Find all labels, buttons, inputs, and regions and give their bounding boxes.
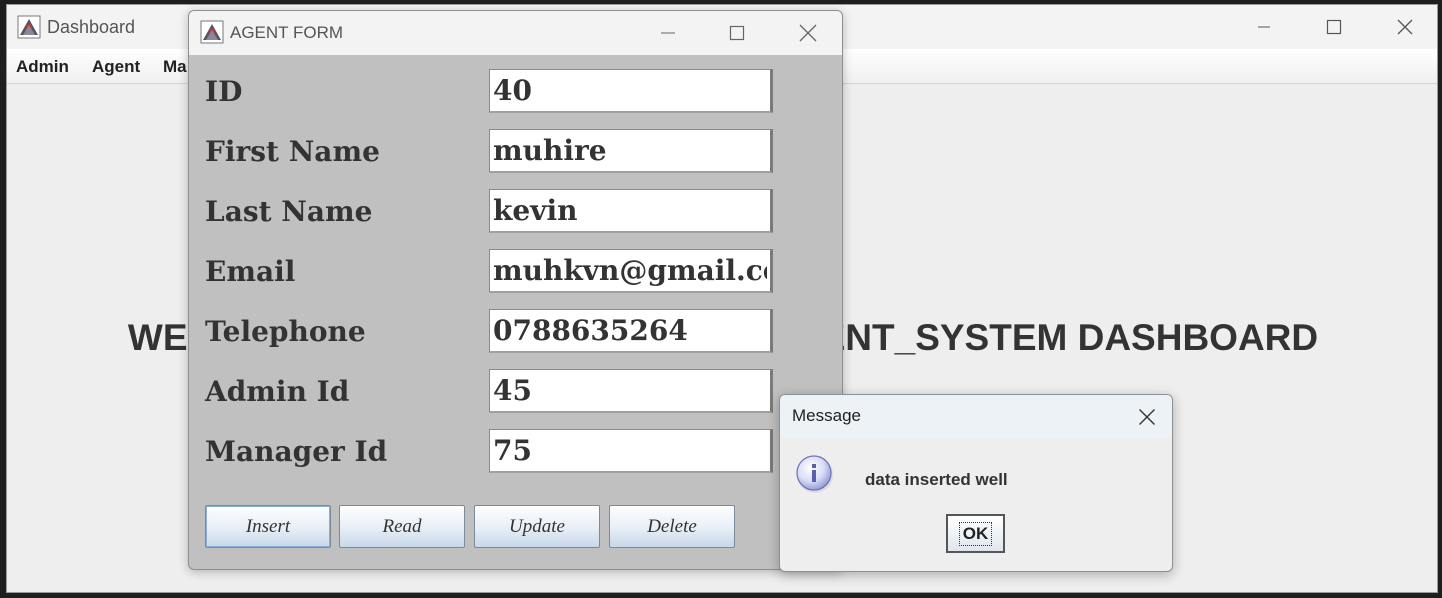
- first-name-label: First Name: [205, 135, 380, 168]
- menu-manager[interactable]: Ma: [163, 57, 187, 77]
- agent-form-titlebar[interactable]: AGENT FORM: [189, 11, 842, 55]
- insert-button[interactable]: Insert: [205, 505, 331, 548]
- ok-label: OK: [958, 521, 993, 546]
- telephone-label: Telephone: [205, 315, 366, 348]
- agent-form-maximize-button[interactable]: [714, 11, 760, 55]
- java-app-icon: [200, 20, 224, 44]
- message-dialog: Message data inserted well OK: [779, 394, 1173, 572]
- minimize-icon: [661, 32, 675, 34]
- admin-id-field[interactable]: [489, 369, 773, 413]
- agent-form-title: AGENT FORM: [230, 23, 344, 42]
- dashboard-close-button[interactable]: [1382, 5, 1428, 49]
- ok-button[interactable]: OK: [946, 514, 1005, 553]
- java-app-icon: [17, 15, 41, 39]
- agent-form-close-button[interactable]: [785, 11, 831, 55]
- email-label: Email: [205, 255, 296, 288]
- dashboard-maximize-button[interactable]: [1311, 5, 1357, 49]
- first-name-field[interactable]: [489, 129, 773, 173]
- close-icon: [1397, 19, 1413, 35]
- update-button[interactable]: Update: [474, 505, 600, 548]
- dashboard-minimize-button[interactable]: [1241, 5, 1287, 49]
- telephone-field[interactable]: [489, 309, 773, 353]
- info-icon: [796, 455, 833, 493]
- message-dialog-close-button[interactable]: [1122, 395, 1172, 438]
- message-text: data inserted well: [865, 470, 1008, 489]
- last-name-label: Last Name: [205, 195, 373, 228]
- delete-button[interactable]: Delete: [609, 505, 735, 548]
- last-name-field[interactable]: [489, 189, 773, 233]
- agent-form-window: AGENT FORM ID First Name Last Name Email…: [188, 10, 843, 570]
- admin-id-label: Admin Id: [205, 375, 350, 408]
- menu-admin[interactable]: Admin: [16, 57, 69, 77]
- menu-agent[interactable]: Agent: [92, 57, 140, 77]
- message-dialog-title: Message: [792, 406, 861, 425]
- message-dialog-titlebar[interactable]: Message: [780, 395, 1172, 438]
- maximize-icon: [1326, 19, 1342, 35]
- minimize-icon: [1258, 26, 1270, 28]
- email-field[interactable]: [489, 249, 773, 293]
- agent-form-minimize-button[interactable]: [645, 11, 691, 55]
- close-icon: [1139, 408, 1155, 425]
- dashboard-title: Dashboard: [47, 17, 136, 37]
- id-field[interactable]: [489, 69, 773, 113]
- maximize-icon: [729, 25, 745, 41]
- close-icon: [799, 24, 817, 42]
- manager-id-label: Manager Id: [205, 435, 388, 468]
- id-label: ID: [205, 75, 243, 108]
- manager-id-field[interactable]: [489, 429, 773, 473]
- read-button[interactable]: Read: [339, 505, 465, 548]
